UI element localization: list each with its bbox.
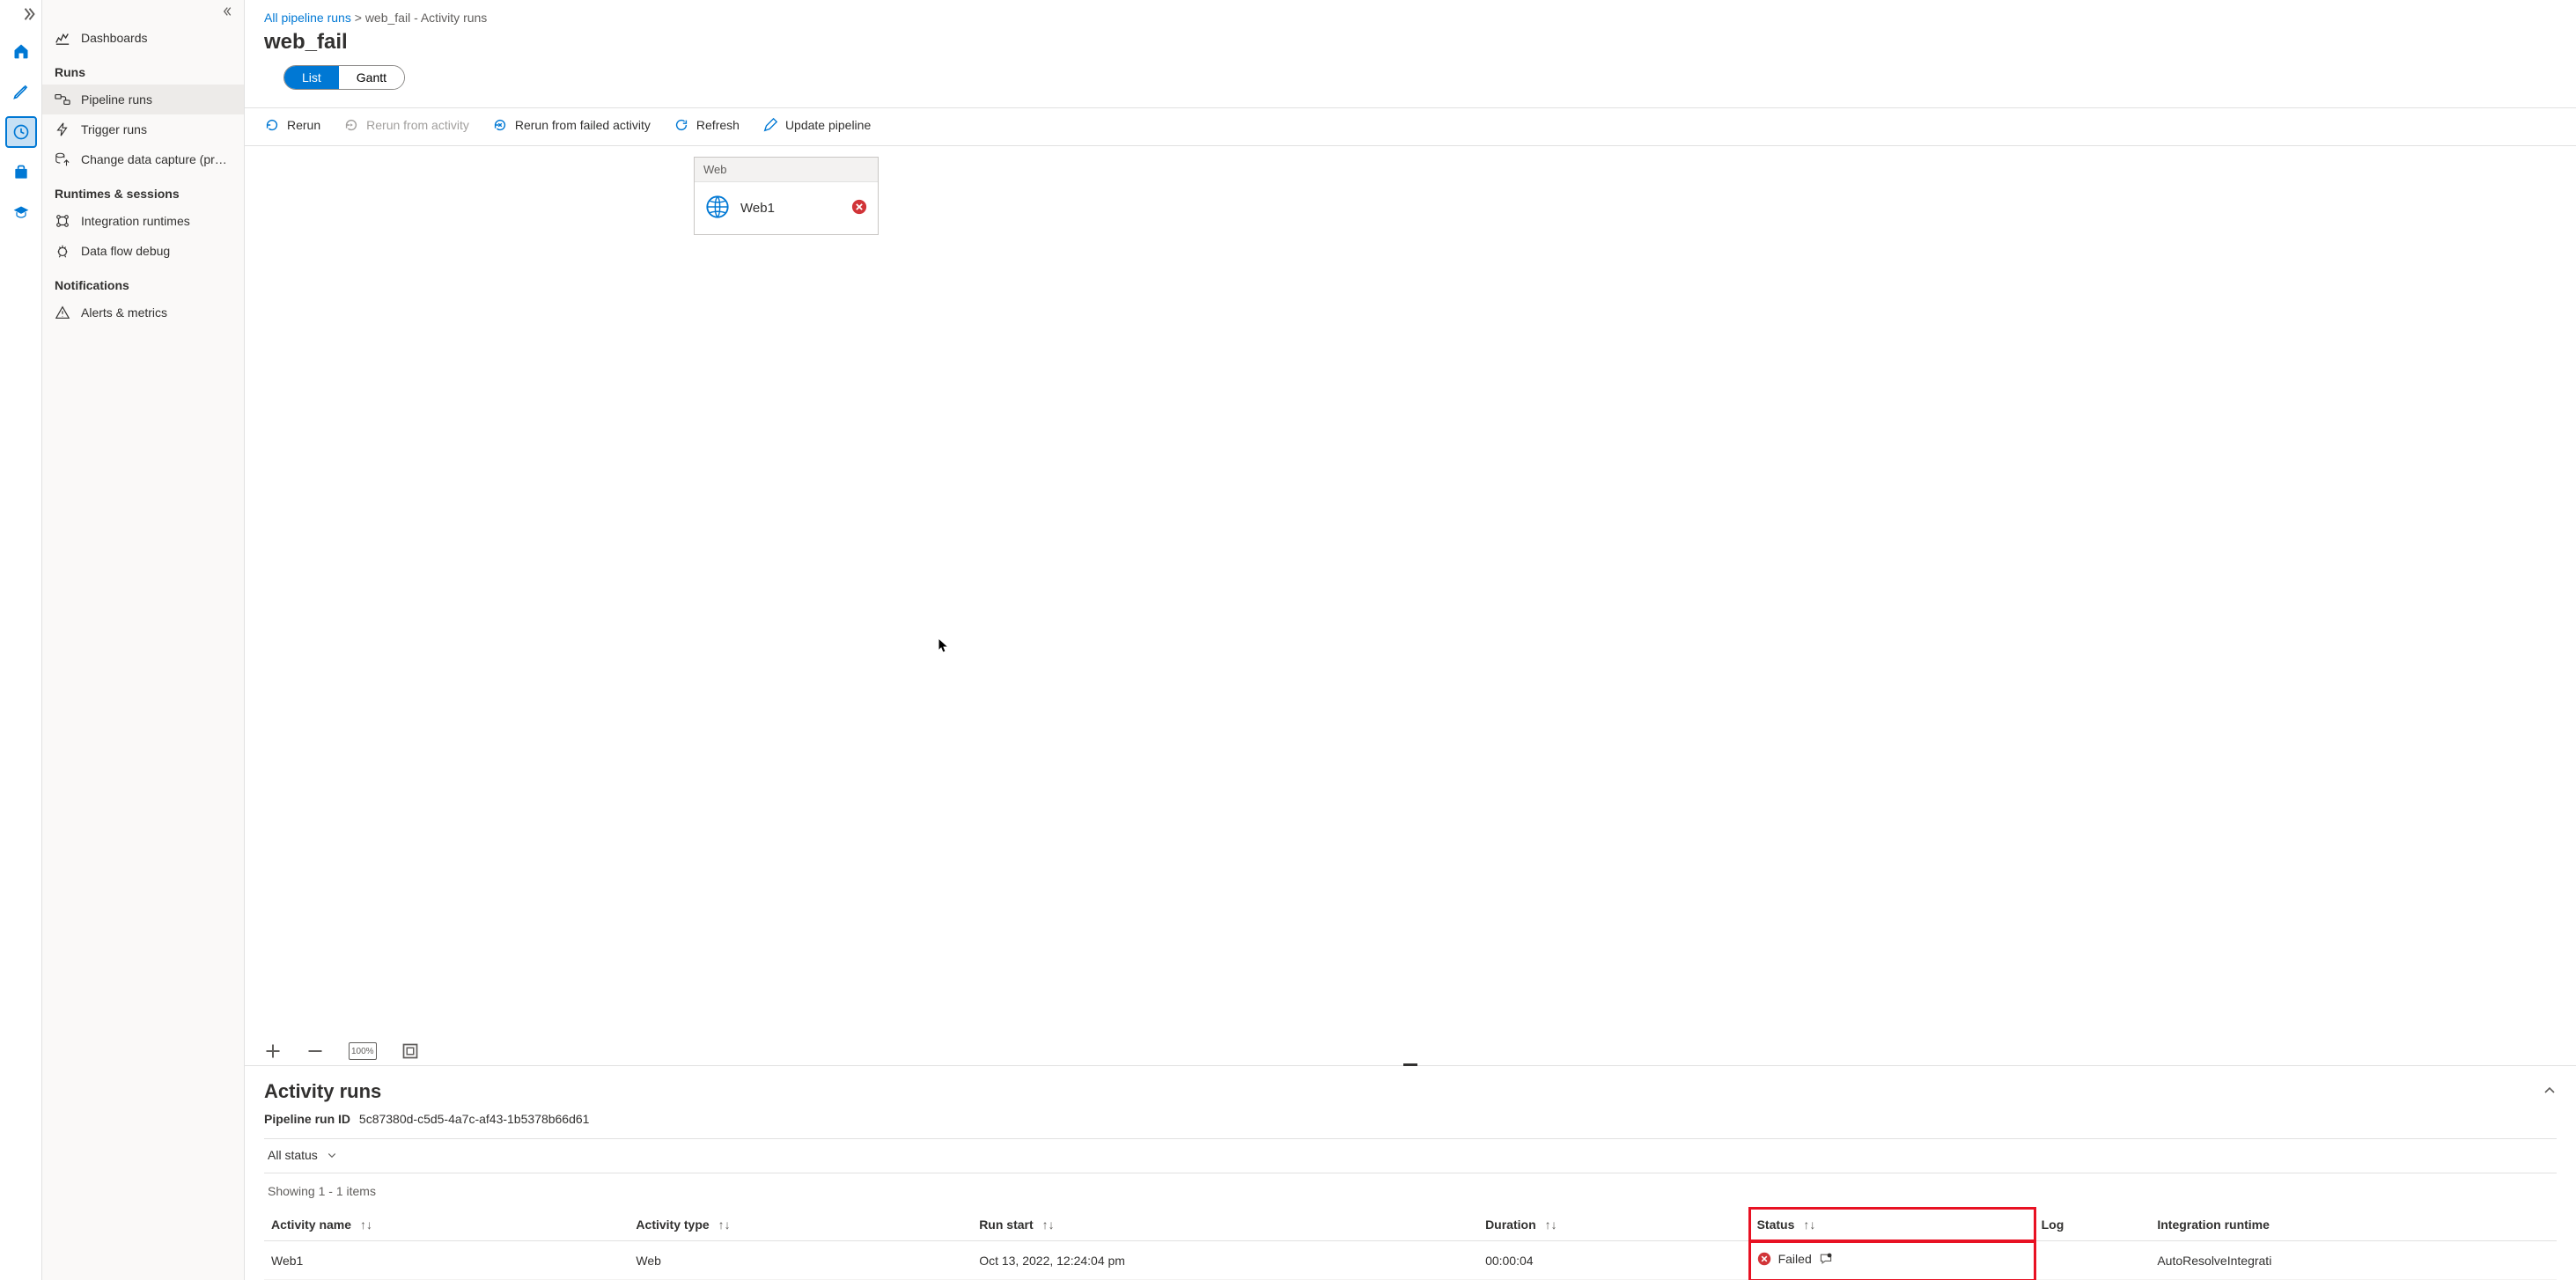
sidebar-item-integration-runtimes[interactable]: Integration runtimes [42, 206, 244, 236]
breadcrumb-sep: > [355, 11, 365, 25]
sidebar: Dashboards Runs Pipeline runs Trigger ru… [42, 0, 245, 1280]
run-id-label: Pipeline run ID [264, 1112, 350, 1126]
canvas-controls: 100% [264, 1042, 419, 1060]
rerun-from-activity-button: Rerun from activity [343, 117, 469, 133]
sidebar-item-label: Dashboards [81, 31, 148, 45]
showing-count: Showing 1 - 1 items [264, 1173, 2557, 1209]
run-id-value: 5c87380d-c5d5-4a7c-af43-1b5378b66d61 [359, 1112, 590, 1126]
col-activity-name[interactable]: Activity name↑↓ [264, 1209, 629, 1241]
sidebar-item-alerts[interactable]: Alerts & metrics [42, 298, 244, 327]
sort-icon: ↑↓ [360, 1217, 372, 1232]
cell-duration: 00:00:04 [1478, 1241, 1750, 1280]
error-icon [851, 199, 867, 217]
main-content: All pipeline runs > web_fail - Activity … [245, 0, 2576, 1280]
activity-runs-title: Activity runs [264, 1080, 381, 1103]
rail-learn[interactable] [5, 197, 37, 229]
status-filter-label: All status [268, 1148, 318, 1162]
toolbar-label: Update pipeline [785, 118, 871, 132]
col-duration[interactable]: Duration↑↓ [1478, 1209, 1750, 1241]
view-toggle: List Gantt [283, 65, 405, 90]
activity-card-name: Web1 [740, 201, 841, 216]
sidebar-item-label: Change data capture (previ... [81, 152, 232, 166]
rail-home[interactable] [5, 35, 37, 67]
sidebar-section-runtimes: Runtimes & sessions [42, 174, 244, 206]
sort-icon: ↑↓ [718, 1217, 731, 1232]
splitter-handle[interactable] [1403, 1063, 1417, 1066]
zoom-fit-button[interactable] [401, 1042, 419, 1060]
sidebar-item-label: Alerts & metrics [81, 305, 167, 320]
activity-card-type: Web [695, 158, 878, 182]
sidebar-item-label: Integration runtimes [81, 214, 190, 228]
zoom-out-button[interactable] [306, 1042, 324, 1060]
sidebar-item-cdc[interactable]: Change data capture (previ... [42, 144, 244, 174]
rerun-from-failed-button[interactable]: Rerun from failed activity [492, 117, 651, 133]
rail-monitor[interactable] [5, 116, 37, 148]
zoom-in-button[interactable] [264, 1042, 282, 1060]
toolbar: Rerun Rerun from activity Rerun from fai… [245, 108, 2576, 146]
sidebar-item-label: Pipeline runs [81, 92, 152, 107]
view-toggle-gantt[interactable]: Gantt [339, 66, 404, 89]
cell-activity-type: Web [629, 1241, 972, 1280]
message-icon[interactable] [1819, 1252, 1833, 1266]
sort-icon: ↑↓ [1803, 1217, 1815, 1232]
sort-icon: ↑↓ [1545, 1217, 1557, 1232]
sidebar-section-runs: Runs [42, 53, 244, 85]
error-icon [1757, 1252, 1771, 1266]
col-status[interactable]: Status↑↓ [1750, 1209, 2035, 1241]
table-row[interactable]: Web1 Web Oct 13, 2022, 12:24:04 pm 00:00… [264, 1241, 2557, 1280]
breadcrumb: All pipeline runs > web_fail - Activity … [245, 0, 2576, 25]
refresh-button[interactable]: Refresh [673, 117, 740, 133]
col-activity-type[interactable]: Activity type↑↓ [629, 1209, 972, 1241]
breadcrumb-root[interactable]: All pipeline runs [264, 11, 351, 25]
breadcrumb-current: web_fail - Activity runs [365, 11, 488, 25]
status-filter-dropdown[interactable]: All status [264, 1148, 337, 1162]
activity-runs-panel: Activity runs Pipeline run ID 5c87380d-c… [245, 1066, 2576, 1280]
rail-author[interactable] [5, 76, 37, 107]
page-title: web_fail [245, 25, 2576, 65]
cell-run-start: Oct 13, 2022, 12:24:04 pm [972, 1241, 1478, 1280]
view-toggle-list[interactable]: List [284, 66, 339, 89]
sidebar-item-label: Trigger runs [81, 122, 147, 136]
toolbar-label: Rerun from activity [366, 118, 469, 132]
expand-rail-button[interactable] [0, 5, 41, 26]
rerun-button[interactable]: Rerun [264, 117, 320, 133]
toolbar-label: Refresh [696, 118, 740, 132]
cell-integration-runtime: AutoResolveIntegrati [2150, 1241, 2557, 1280]
sidebar-item-dashboards[interactable]: Dashboards [42, 23, 244, 53]
collapse-panel-button[interactable] [2543, 1084, 2557, 1100]
toolbar-label: Rerun from failed activity [515, 118, 651, 132]
chevron-down-icon [327, 1150, 337, 1160]
col-integration-runtime[interactable]: Integration runtime [2150, 1209, 2557, 1241]
cell-log [2035, 1241, 2151, 1280]
pipeline-run-id: Pipeline run ID 5c87380d-c5d5-4a7c-af43-… [264, 1112, 2557, 1126]
col-run-start[interactable]: Run start↑↓ [972, 1209, 1478, 1241]
sort-icon: ↑↓ [1042, 1217, 1055, 1232]
toolbar-label: Rerun [287, 118, 320, 132]
sidebar-section-notifications: Notifications [42, 266, 244, 298]
pipeline-canvas[interactable]: Web Web1 100% [245, 146, 2576, 1066]
rail-manage[interactable] [5, 157, 37, 188]
collapse-sidebar-button[interactable] [42, 5, 244, 23]
status-filter-bar: All status [264, 1138, 2557, 1173]
sidebar-item-pipeline-runs[interactable]: Pipeline runs [42, 85, 244, 114]
update-pipeline-button[interactable]: Update pipeline [762, 117, 871, 133]
activity-runs-table: Activity name↑↓ Activity type↑↓ Run star… [264, 1209, 2557, 1280]
col-log[interactable]: Log [2035, 1209, 2151, 1241]
icon-rail [0, 0, 42, 1280]
zoom-reset-button[interactable]: 100% [349, 1042, 377, 1060]
cell-activity-name: Web1 [264, 1241, 629, 1280]
activity-card-web1[interactable]: Web Web1 [694, 157, 879, 235]
cell-status: Failed [1750, 1241, 2035, 1280]
sidebar-item-dataflow-debug[interactable]: Data flow debug [42, 236, 244, 266]
globe-icon [705, 195, 730, 222]
sidebar-item-label: Data flow debug [81, 244, 170, 258]
sidebar-item-trigger-runs[interactable]: Trigger runs [42, 114, 244, 144]
